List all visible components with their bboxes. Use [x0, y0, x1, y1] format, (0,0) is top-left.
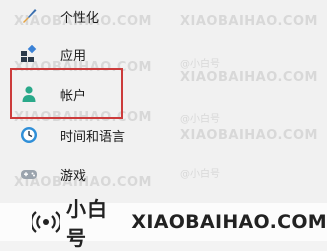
watermark-site: XIAOBAIHAO.COM: [180, 128, 318, 143]
account-person-icon: [20, 85, 38, 103]
sidebar-item-label: 应用: [60, 48, 87, 64]
sidebar-item-label: 游戏: [60, 168, 87, 184]
watermark-brand: @小白号: [180, 169, 220, 180]
settings-sidebar: XIAOBAIHAO.COM XIAOBAIHAO.COM @小白号 XIAOB…: [0, 0, 327, 250]
time-language-globe-icon: [20, 126, 38, 144]
apps-grid-icon: [20, 44, 38, 63]
watermark-site: XIAOBAIHAO.COM: [180, 70, 318, 85]
sidebar-item-gaming[interactable]: 游戏: [20, 160, 86, 188]
brand-name: 小白号: [66, 197, 108, 250]
sidebar-item-label: 帐户: [60, 88, 87, 104]
watermark-brand: @小白号: [180, 59, 220, 70]
sidebar-item-time-language[interactable]: 时间和语言: [20, 121, 125, 149]
gaming-controller-icon: [20, 165, 38, 183]
watermark-site: XIAOBAIHAO.COM: [180, 14, 318, 29]
sidebar-item-label: 个性化: [60, 10, 100, 26]
sidebar-item-apps[interactable]: 应用: [20, 40, 86, 68]
sidebar-item-label: 时间和语言: [60, 129, 126, 145]
brand-footer: 小白号 XIAOBAIHAO.COM: [0, 197, 327, 250]
sidebar-item-personalization[interactable]: 个性化: [20, 2, 99, 30]
broadcast-logo-icon: [30, 210, 62, 234]
personalization-brush-icon: [20, 7, 38, 25]
sidebar-item-accounts[interactable]: 帐户: [20, 80, 86, 108]
brand-site: XIAOBAIHAO.COM: [131, 211, 327, 233]
watermark-brand: @小白号: [180, 114, 220, 125]
